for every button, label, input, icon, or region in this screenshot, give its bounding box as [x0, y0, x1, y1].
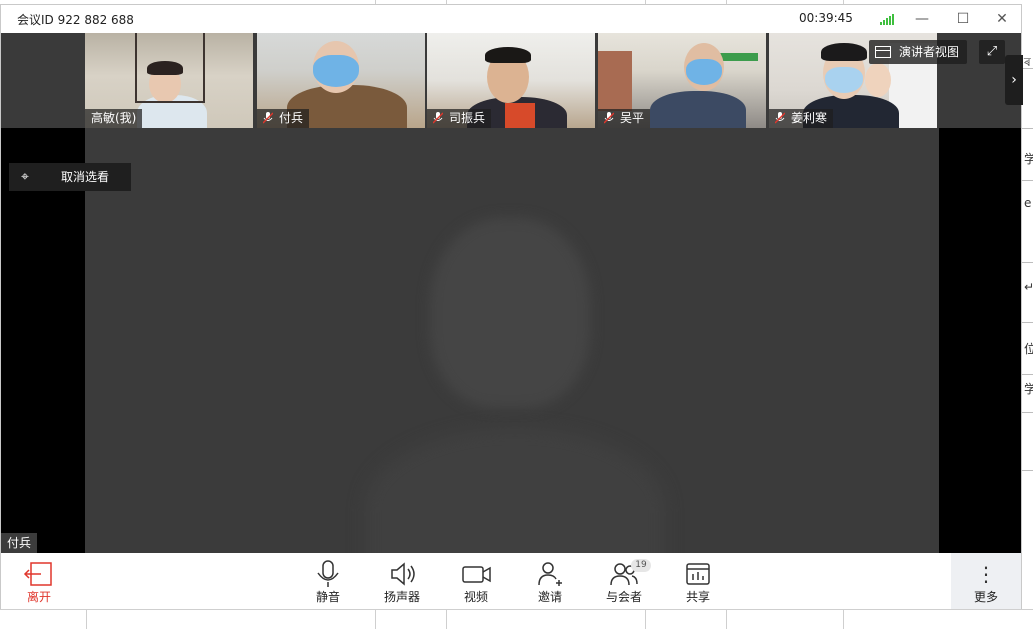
next-page-button[interactable]: › — [1005, 55, 1023, 105]
chevron-right-icon: › — [1011, 72, 1017, 88]
layout-icon — [875, 46, 891, 58]
muted-mic-icon — [432, 111, 444, 124]
share-button[interactable]: 共享 — [666, 553, 730, 609]
fullscreen-button[interactable]: ⤢ — [979, 40, 1005, 64]
doc-edge-text: e — [1024, 196, 1032, 210]
doc-edge-text: 学 — [1024, 152, 1033, 166]
muted-mic-icon — [603, 111, 615, 124]
face-mask — [825, 67, 863, 93]
meeting-id: 会议ID 922 882 688 — [17, 13, 134, 27]
unpin-icon: ⌖ — [21, 169, 29, 185]
avatar-silhouette-head — [430, 218, 590, 408]
title-bar[interactable]: 会议ID 922 882 688 00:39:45 — ☐ ✕ — [1, 5, 1021, 33]
meeting-window: 会议ID 922 882 688 00:39:45 — ☐ ✕ 高敏(我) 付兵… — [0, 4, 1023, 609]
doc-edge-text: ↵ — [1024, 280, 1033, 294]
muted-mic-icon — [774, 111, 786, 124]
participant-name: 吴平 — [598, 109, 651, 128]
share-screen-icon — [686, 563, 710, 585]
unpin-button[interactable]: ⌖ 取消选看 — [9, 163, 131, 191]
network-signal-icon — [880, 13, 896, 25]
participant-tile[interactable]: 吴平 — [598, 33, 766, 128]
doc-row-line — [1022, 374, 1033, 375]
meeting-timer: 00:39:45 — [799, 11, 853, 25]
participant-thumbnail-strip: 高敏(我) 付兵 司振兵 吴平 姜利寒 演讲者视图 ⤢ › — [1, 33, 1023, 128]
speaker-view-button[interactable]: 演讲者视图 — [869, 40, 968, 64]
participants-count-badge: 19 — [631, 559, 651, 572]
camera-icon — [462, 566, 491, 583]
doc-edge-text: 学 — [1024, 382, 1033, 396]
participant-name: 高敏(我) — [85, 109, 143, 128]
maximize-button[interactable]: ☐ — [952, 9, 974, 29]
leave-button[interactable]: 离开 — [7, 553, 71, 609]
doc-row-line — [1022, 180, 1033, 181]
video-button[interactable]: 视频 — [444, 553, 508, 609]
face-mask — [686, 59, 722, 85]
invite-button[interactable]: 邀请 — [518, 553, 582, 609]
participant-tile[interactable]: 付兵 — [257, 33, 425, 128]
speaker-button[interactable]: 扬声器 — [370, 553, 434, 609]
doc-row-line — [1022, 412, 1033, 413]
doc-row-line — [1022, 322, 1033, 323]
participant-tile[interactable]: 司振兵 — [427, 33, 595, 128]
doc-edge-text: ৰ — [1024, 55, 1031, 69]
mute-button[interactable]: 静音 — [296, 553, 360, 609]
participant-tile[interactable]: 高敏(我) — [85, 33, 253, 128]
microphone-icon — [317, 560, 339, 587]
main-video[interactable] — [85, 128, 939, 553]
document-footer-row — [0, 609, 1033, 629]
more-button[interactable]: ⋮ 更多 — [951, 553, 1021, 609]
active-speaker-label: 付兵 — [1, 533, 38, 553]
exit-icon — [23, 562, 52, 586]
doc-row-line — [1022, 262, 1033, 263]
avatar-silhouette-body — [365, 428, 665, 553]
waving-hand — [865, 63, 891, 97]
participant-name: 司振兵 — [427, 109, 492, 128]
close-button[interactable]: ✕ — [991, 9, 1013, 29]
video-stage: 高敏(我) 付兵 司振兵 吴平 姜利寒 演讲者视图 ⤢ › ⌖ 取消选看 付兵 — [1, 33, 1023, 553]
more-vertical-icon: ⋮ — [976, 562, 996, 586]
meeting-toolbar: 离开 静音 扬声器 视频 邀请 与会者 19 共享 ⋮ 更多 — [1, 553, 1021, 609]
muted-mic-icon — [262, 111, 274, 124]
speaker-icon — [391, 562, 415, 586]
minimize-button[interactable]: — — [911, 9, 933, 29]
fullscreen-icon: ⤢ — [986, 44, 998, 59]
doc-edge-text: 位 — [1024, 342, 1033, 356]
doc-row-line — [1022, 470, 1033, 471]
add-user-icon — [538, 562, 562, 586]
face-mask — [313, 55, 359, 87]
participant-name: 姜利寒 — [769, 109, 834, 128]
participant-name: 付兵 — [257, 109, 310, 128]
doc-row-line — [1022, 128, 1033, 129]
